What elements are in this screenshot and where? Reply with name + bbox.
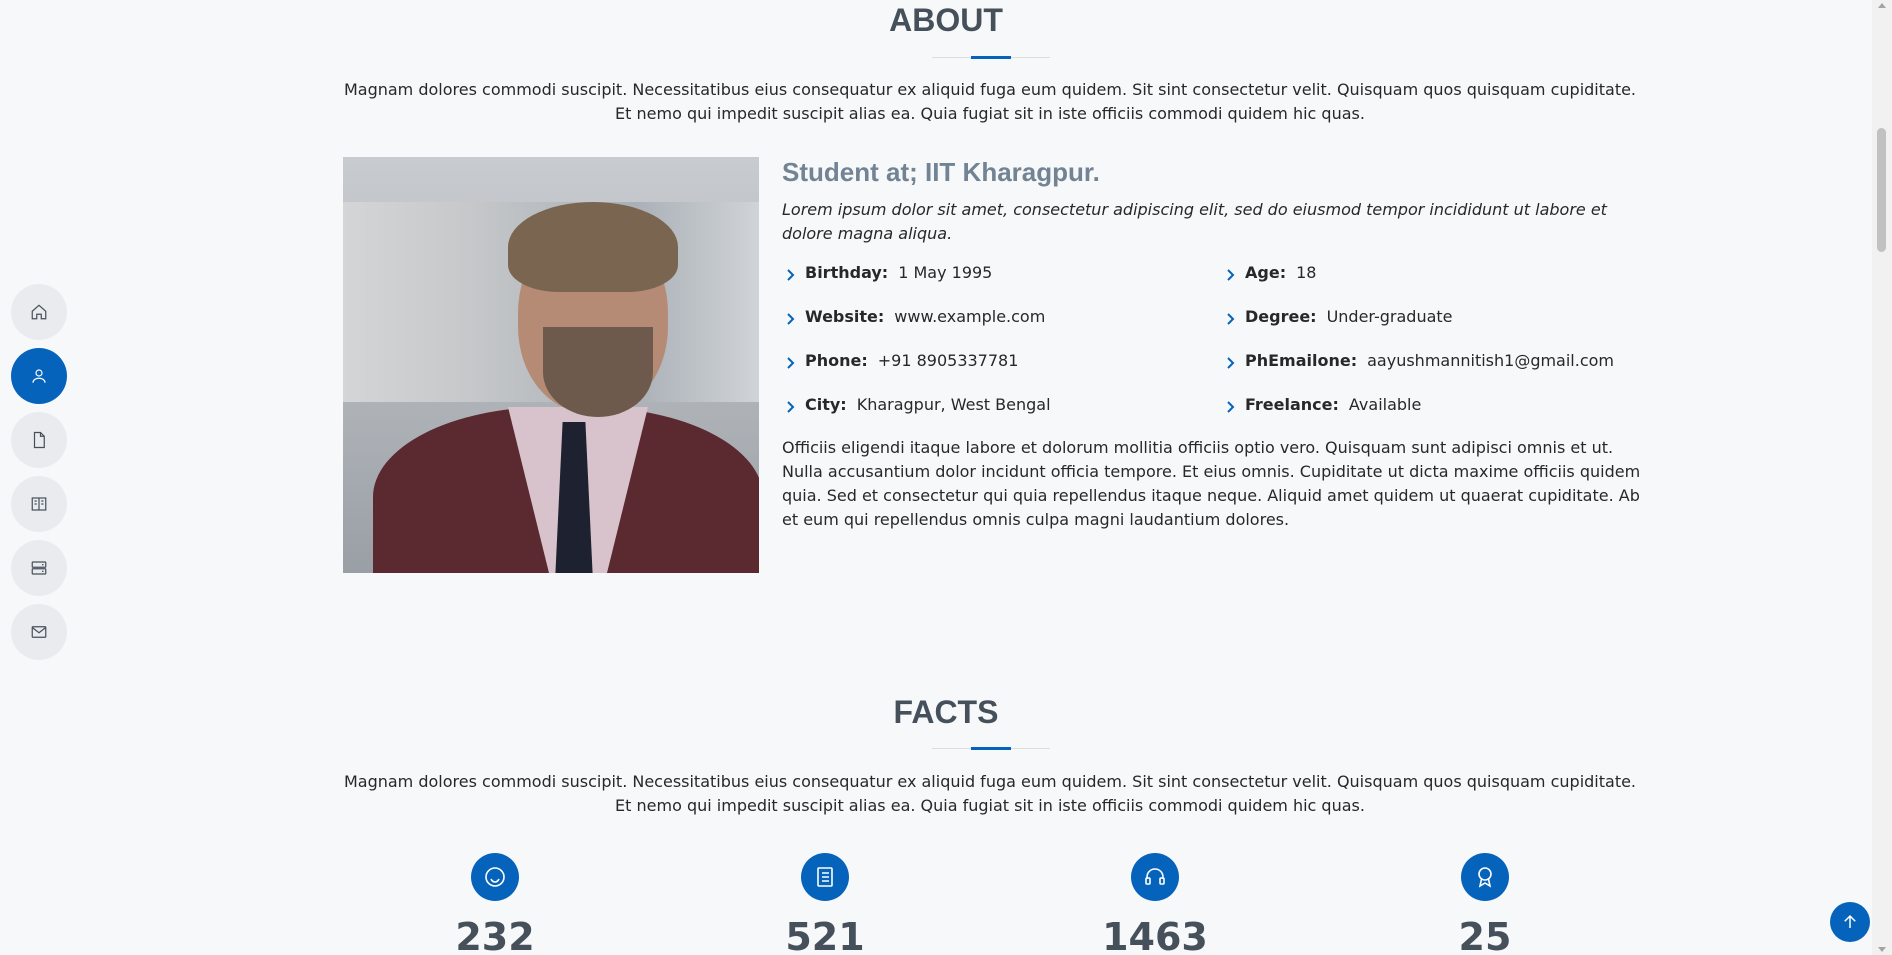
counter-value: 521 xyxy=(785,915,865,955)
detail-value: aayushmannitish1@gmail.com xyxy=(1367,350,1615,370)
facts-title-divider xyxy=(932,747,1050,750)
server-icon xyxy=(31,561,47,575)
chevron-right-icon xyxy=(785,398,797,413)
about-content: Student at; IIT Kharagpur. Lorem ipsum d… xyxy=(782,157,1642,532)
counter-value: 25 xyxy=(1458,915,1512,955)
about-title-divider xyxy=(932,56,1050,59)
detail-value: Available xyxy=(1348,394,1422,414)
detail-label: Website: xyxy=(805,306,885,326)
detail-value: Kharagpur, West Bengal xyxy=(856,394,1051,414)
arrow-up-icon xyxy=(1844,914,1856,928)
person-icon xyxy=(32,369,46,383)
nav-about-button[interactable] xyxy=(11,348,67,404)
detail-phone: Phone: +91 8905337781 xyxy=(782,348,1222,372)
counter-projects: 521 xyxy=(765,853,885,955)
counter-value: 1463 xyxy=(1102,915,1208,955)
counter-value: 232 xyxy=(455,915,535,955)
envelope-icon xyxy=(31,626,47,638)
detail-freelance: Freelance: Available xyxy=(1222,392,1642,416)
side-nav xyxy=(11,284,67,660)
detail-label: Degree: xyxy=(1245,306,1317,326)
detail-value: +91 8905337781 xyxy=(877,350,1019,370)
about-details-list: Birthday: 1 May 1995 Age: 18 Website: ww… xyxy=(782,260,1642,416)
journal-icon xyxy=(801,853,849,901)
counter-awards: 25 xyxy=(1425,853,1545,955)
home-icon xyxy=(31,304,47,320)
chevron-right-icon xyxy=(1225,310,1237,325)
detail-label: City: xyxy=(805,394,847,414)
detail-label: Birthday: xyxy=(805,262,889,282)
detail-label: Phone: xyxy=(805,350,868,370)
nav-resume-button[interactable] xyxy=(11,412,67,468)
scrollbar-thumb[interactable] xyxy=(1877,128,1886,252)
detail-value: 1 May 1995 xyxy=(898,262,993,282)
file-icon xyxy=(33,431,45,449)
about-paragraph: Officiis eligendi itaque labore et dolor… xyxy=(782,438,1641,529)
detail-label: PhEmailone: xyxy=(1245,350,1358,370)
counter-happy-clients: 232 xyxy=(435,853,555,955)
award-icon xyxy=(1461,853,1509,901)
chevron-right-icon xyxy=(785,310,797,325)
nav-portfolio-button[interactable] xyxy=(11,476,67,532)
smiley-icon xyxy=(471,853,519,901)
counter-hours-support: 1463 xyxy=(1095,853,1215,955)
headset-icon xyxy=(1131,853,1179,901)
facts-title: FACTS xyxy=(893,694,999,730)
chevron-right-icon xyxy=(785,266,797,281)
detail-label: Age: xyxy=(1245,262,1287,282)
chevron-right-icon xyxy=(1225,398,1237,413)
detail-value: www.example.com xyxy=(894,306,1046,326)
role-heading: Student at; IIT Kharagpur. xyxy=(782,157,1100,187)
about-intro: Magnam dolores commodi suscipit. Necessi… xyxy=(343,80,1637,123)
detail-email: PhEmailone: aayushmannitish1@gmail.com xyxy=(1222,348,1642,372)
detail-age: Age: 18 xyxy=(1222,260,1642,284)
nav-contact-button[interactable] xyxy=(11,604,67,660)
detail-degree: Degree: Under-graduate xyxy=(1222,304,1642,328)
chevron-right-icon xyxy=(785,354,797,369)
chevron-right-icon xyxy=(1225,354,1237,369)
scroll-up-arrow-icon[interactable] xyxy=(1878,3,1886,8)
detail-birthday: Birthday: 1 May 1995 xyxy=(782,260,1222,284)
page-scrollbar[interactable] xyxy=(1872,0,1892,955)
about-italic-text: Lorem ipsum dolor sit amet, consectetur … xyxy=(782,200,1607,243)
scroll-down-arrow-icon[interactable] xyxy=(1878,947,1886,952)
detail-value: Under-graduate xyxy=(1326,306,1453,326)
about-title: ABOUT xyxy=(889,2,1003,38)
facts-intro: Magnam dolores commodi suscipit. Necessi… xyxy=(343,772,1637,815)
detail-value: 18 xyxy=(1296,262,1317,282)
book-icon xyxy=(31,497,47,511)
chevron-right-icon xyxy=(1225,266,1237,281)
detail-website: Website: www.example.com xyxy=(782,304,1222,328)
detail-city: City: Kharagpur, West Bengal xyxy=(782,392,1222,416)
back-to-top-button[interactable] xyxy=(1830,902,1870,942)
detail-label: Freelance: xyxy=(1245,394,1339,414)
nav-services-button[interactable] xyxy=(11,540,67,596)
profile-photo xyxy=(343,157,759,573)
nav-home-button[interactable] xyxy=(11,284,67,340)
